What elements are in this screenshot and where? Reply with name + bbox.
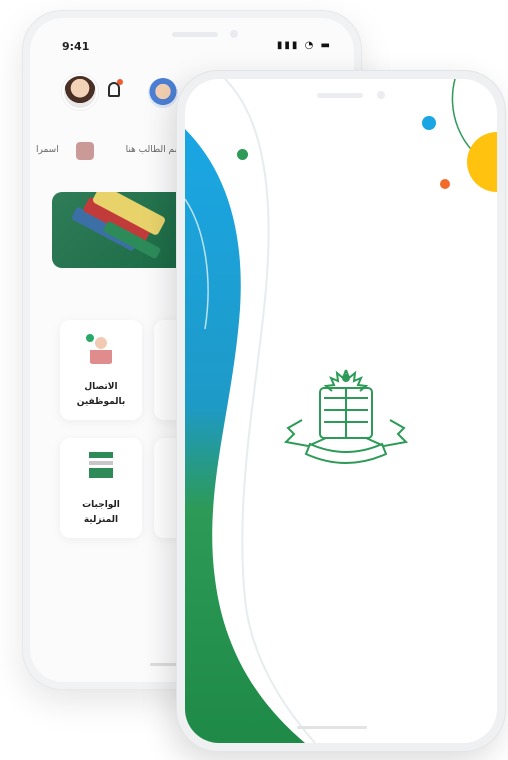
phone-speaker (172, 32, 218, 37)
wifi-icon: ◔ (304, 40, 316, 51)
battery-icon: ▬ (320, 40, 332, 51)
notification-dot (117, 79, 123, 85)
profile-avatar[interactable] (64, 76, 96, 108)
student-avatar[interactable] (148, 78, 178, 108)
home-indicator[interactable] (297, 726, 367, 729)
phone-camera (230, 30, 238, 38)
student-thumbnail (76, 142, 94, 160)
homework-card[interactable]: الواجبات المنزلية (60, 438, 142, 538)
student-selector[interactable]: سم الطالب هنا اسمرا (36, 142, 186, 162)
card-label: الاتصال بالموظفين (76, 382, 126, 407)
school-crest-logo (283, 369, 409, 464)
books-banner[interactable] (52, 192, 192, 268)
orange-dot-decoration (440, 179, 450, 189)
phone-camera (377, 91, 385, 99)
phone-speaker (317, 93, 363, 98)
blue-dot-decoration (422, 116, 436, 130)
splash-screen (185, 79, 497, 743)
homework-icon (89, 452, 113, 482)
student-prefix: سم الطالب هنا (125, 145, 182, 155)
status-icons: ▮▮▮ ◔ ▬ (277, 40, 332, 51)
green-dot-decoration (237, 149, 248, 160)
status-time: 9:41 (62, 40, 90, 53)
student-name: اسمرا (36, 145, 59, 155)
online-badge (86, 334, 94, 342)
signal-icon: ▮▮▮ (276, 40, 300, 51)
front-phone (176, 70, 506, 752)
card-label: الواجبات المنزلية (82, 500, 120, 525)
contact-staff-card[interactable]: الاتصال بالموظفين (60, 320, 142, 420)
